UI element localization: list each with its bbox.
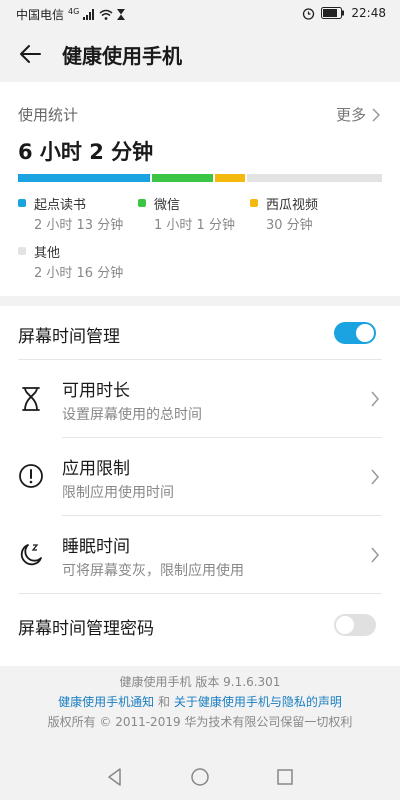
usage-stats-title: 使用统计: [18, 106, 79, 124]
legend-dot: [138, 199, 146, 207]
item-subtitle: 限制应用使用时间: [62, 485, 174, 501]
usage-bar: [18, 174, 382, 182]
wifi-icon: [99, 9, 113, 20]
screen-time-management-label: 屏幕时间管理: [18, 327, 120, 347]
home-circle-icon[interactable]: [189, 766, 211, 788]
hourglass-status-icon: [117, 9, 126, 20]
total-usage-time: 6 小时 2 分钟: [18, 140, 154, 164]
privacy-link[interactable]: 关于健康使用手机与隐私的声明: [174, 695, 342, 709]
screen-time-management-toggle[interactable]: [334, 322, 376, 344]
usage-bar-segment: [18, 174, 151, 182]
navigation-bar: [0, 752, 400, 800]
and-text: 和: [157, 695, 170, 709]
screen-time-password-label: 屏幕时间管理密码: [18, 619, 154, 639]
usage-stats-card: 使用统计 更多 6 小时 2 分钟 起点读书 2 小时 13 分钟 微信 1 小…: [0, 82, 400, 296]
available-duration-item[interactable]: 可用时长 设置屏幕使用的总时间: [0, 360, 400, 437]
legend-app-name: 起点读书: [34, 198, 87, 213]
legend-app-duration: 2 小时 16 分钟: [34, 266, 124, 281]
item-title: 可用时长: [62, 381, 130, 401]
clock: 22:48: [351, 6, 386, 20]
legend-item: 其他 2 小时 16 分钟: [18, 242, 138, 282]
alarm-icon: [303, 7, 315, 20]
usage-bar-segment: [152, 174, 213, 182]
legend-dot: [250, 199, 258, 207]
footer: 健康使用手机 版本 9.1.6.301 健康使用手机通知 和 关于健康使用手机与…: [0, 672, 400, 732]
notice-link[interactable]: 健康使用手机通知: [58, 695, 154, 709]
status-bar: 中国电信 4G 22:48: [0, 0, 400, 28]
chevron-right-icon: [371, 469, 379, 485]
legend-item: 起点读书 2 小时 13 分钟: [18, 194, 128, 234]
app-bar: 健康使用手机: [0, 28, 400, 80]
signal-icon: [83, 9, 95, 20]
exclamation-circle-icon: [19, 464, 43, 488]
usage-bar-segment: [214, 174, 245, 182]
legend-item: 西瓜视频 30 分钟: [250, 194, 370, 234]
item-subtitle: 可将屏幕变灰，限制应用使用: [62, 563, 244, 579]
screen-time-password-toggle[interactable]: [334, 614, 376, 636]
chevron-right-icon: [372, 107, 380, 122]
hourglass-icon: [22, 387, 40, 411]
usage-bar-segment: [246, 174, 382, 182]
moon-sleep-icon: [20, 544, 42, 566]
item-title: 应用限制: [62, 459, 130, 479]
legend-dot: [18, 199, 26, 207]
copyright-text: 版权所有 © 2011-2019 华为技术有限公司保留一切权利: [47, 715, 353, 729]
legend-app-duration: 30 分钟: [266, 218, 313, 233]
item-subtitle: 设置屏幕使用的总时间: [62, 407, 202, 423]
more-button[interactable]: 更多: [336, 104, 380, 125]
legal-links: 健康使用手机通知 和 关于健康使用手机与隐私的声明: [0, 692, 400, 712]
chevron-right-icon: [371, 391, 379, 407]
screen-time-management-row: 屏幕时间管理: [0, 306, 400, 360]
screen-time-management-card: 屏幕时间管理 可用时长 设置屏幕使用的总时间 应用限制 限制应用使用时间 睡眠时…: [0, 306, 400, 666]
screen-time-password-row: 屏幕时间管理密码: [0, 594, 400, 654]
page-title: 健康使用手机: [62, 44, 182, 68]
sleep-time-item[interactable]: 睡眠时间 可将屏幕变灰，限制应用使用: [0, 516, 400, 593]
carrier-label: 中国电信: [16, 8, 65, 22]
legend-dot: [18, 247, 26, 255]
toggle-knob: [336, 616, 354, 634]
network-type: 4G: [68, 7, 80, 16]
toggle-knob: [356, 324, 374, 342]
version-text: 健康使用手机 版本 9.1.6.301: [119, 675, 281, 689]
back-triangle-icon[interactable]: [104, 766, 126, 788]
legend-app-duration: 1 小时 1 分钟: [154, 218, 235, 233]
battery-icon: [321, 7, 345, 19]
more-label: 更多: [335, 106, 366, 124]
legend-item: 微信 1 小时 1 分钟: [138, 194, 248, 234]
app-limit-item[interactable]: 应用限制 限制应用使用时间: [0, 438, 400, 515]
legend-app-name: 其他: [34, 246, 61, 261]
recents-square-icon[interactable]: [274, 766, 296, 788]
legend-app-name: 西瓜视频: [266, 198, 319, 213]
legend-app-duration: 2 小时 13 分钟: [34, 218, 124, 233]
back-arrow-icon[interactable]: [18, 42, 42, 66]
legend-app-name: 微信: [154, 198, 181, 213]
item-title: 睡眠时间: [62, 537, 130, 557]
chevron-right-icon: [371, 547, 379, 563]
